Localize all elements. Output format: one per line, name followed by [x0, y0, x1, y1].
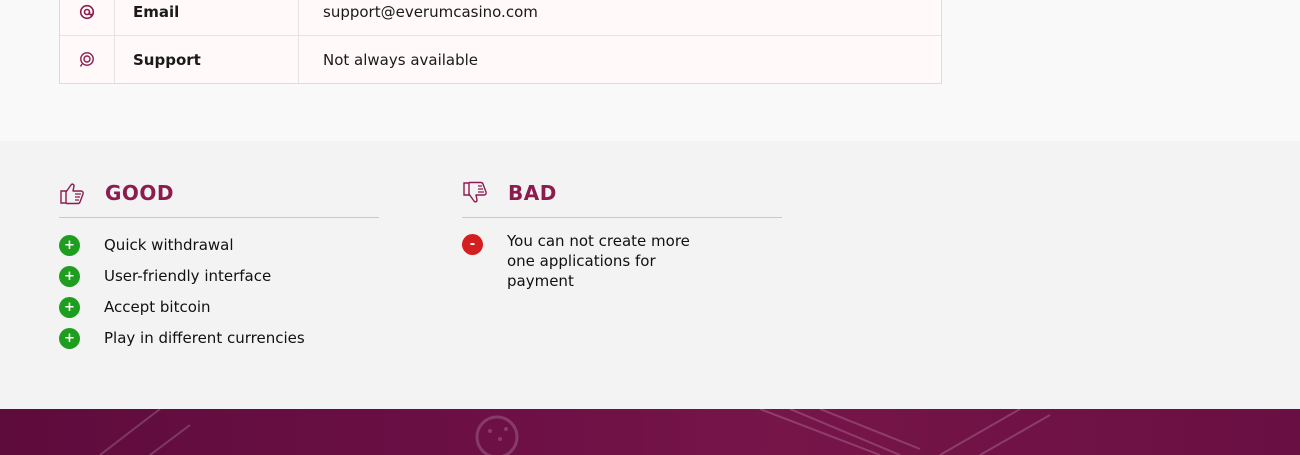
- good-item-text: Accept bitcoin: [104, 298, 211, 316]
- table-row-email: Email support@everumcasino.com: [60, 0, 941, 35]
- headset-icon: [60, 36, 115, 83]
- minus-icon: -: [462, 234, 483, 255]
- email-value[interactable]: support@everumcasino.com: [299, 3, 538, 21]
- good-list: + Quick withdrawal + User-friendly inter…: [59, 235, 379, 359]
- list-item: + Accept bitcoin: [59, 297, 379, 328]
- list-item: - You can not create more one applicatio…: [462, 232, 782, 291]
- good-title: GOOD: [105, 181, 175, 205]
- list-item: + Play in different currencies: [59, 328, 379, 359]
- pros-cons-section: GOOD + Quick withdrawal + User-friendly …: [0, 141, 1300, 409]
- dice-decoration-icon: [99, 409, 1051, 455]
- at-sign-icon: [60, 0, 115, 35]
- good-item-text: Quick withdrawal: [104, 236, 234, 254]
- footer-banner: [0, 409, 1300, 455]
- plus-icon: +: [59, 328, 80, 349]
- good-item-text: Play in different currencies: [104, 329, 305, 347]
- list-item: + User-friendly interface: [59, 266, 379, 297]
- plus-icon: +: [59, 266, 80, 287]
- bad-header: BAD: [462, 177, 782, 218]
- good-column: GOOD + Quick withdrawal + User-friendly …: [59, 177, 379, 359]
- support-value: Not always available: [323, 50, 479, 69]
- contact-info-section: Email support@everumcasino.com Support N…: [0, 0, 1300, 141]
- list-item: + Quick withdrawal: [59, 235, 379, 266]
- bad-list: - You can not create more one applicatio…: [462, 232, 782, 291]
- bad-title: BAD: [508, 181, 557, 205]
- bad-item-text: You can not create more one applications…: [507, 232, 690, 290]
- table-row-support: Support Not always available: [60, 35, 941, 83]
- good-header: GOOD: [59, 177, 379, 218]
- contact-info-table: Email support@everumcasino.com Support N…: [59, 0, 942, 84]
- plus-icon: +: [59, 297, 80, 318]
- good-item-text: User-friendly interface: [104, 267, 272, 285]
- thumbs-down-icon: [462, 179, 490, 207]
- bad-column: BAD - You can not create more one applic…: [462, 177, 782, 291]
- thumbs-up-icon: [59, 179, 87, 207]
- support-label: Support: [115, 36, 299, 83]
- email-label: Email: [115, 0, 299, 35]
- plus-icon: +: [59, 235, 80, 256]
